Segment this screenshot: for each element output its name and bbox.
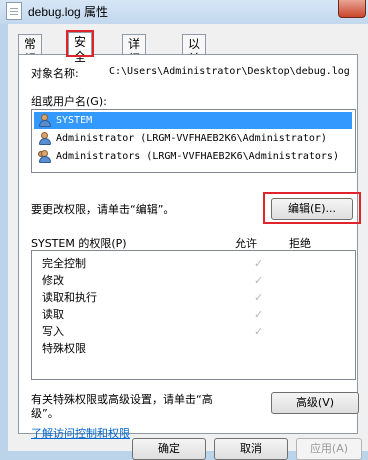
cancel-button[interactable]: 取消 [214, 438, 288, 460]
title-bar: debug.log 属性 [0, 0, 368, 24]
user-icon [38, 132, 52, 145]
apply-button[interactable]: 应用(A) [296, 438, 362, 460]
permission-name: 写入 [42, 325, 64, 338]
list-item[interactable]: Administrator (LRGM-VVFHAEB2K6\Administr… [34, 130, 352, 147]
properties-dialog: 常规 安全 详细信息 以前的版本 对象名称: C:\Users\Administ… [8, 24, 368, 460]
list-item[interactable]: Administrators (LRGM-VVFHAEB2K6\Administ… [34, 148, 352, 165]
tab-details[interactable]: 详细信息 [122, 34, 147, 96]
file-icon [6, 2, 22, 20]
tab-previous-versions[interactable]: 以前的版本 [182, 34, 207, 111]
edit-button[interactable]: 编辑(E)... [271, 198, 353, 220]
access-control-help-link[interactable]: 了解访问控制和权限 [31, 425, 130, 441]
advanced-button[interactable]: 高级(V) [271, 392, 359, 414]
object-name-label: 对象名称: [31, 67, 79, 80]
allow-header: 允许 [235, 237, 257, 250]
permission-name: 修改 [42, 274, 64, 287]
group-user-label: 组或用户名(G): [31, 95, 107, 108]
tab-security[interactable]: 安全 [65, 30, 95, 64]
advanced-hint-line2: 级”。 [31, 407, 59, 420]
user-list[interactable]: SYSTEM Administrator (LRGM-VVFHAEB2K6\Ad… [31, 109, 356, 173]
object-path: C:\Users\Administrator\Desktop\debug.log [109, 66, 350, 77]
user-name: Administrators (LRGM-VVFHAEB2K6\Administ… [56, 151, 339, 162]
user-name: SYSTEM [56, 115, 93, 126]
allow-check-icon: ✓ [254, 274, 264, 287]
permissions-list: 完全控制 ✓ 修改 ✓ 读取和执行 ✓ 读取 ✓ 写入 ✓ 特殊权限 [31, 250, 356, 380]
allow-check-icon: ✓ [254, 325, 264, 338]
edit-hint: 要更改权限，请单击“编辑”。 [31, 203, 175, 216]
permission-name: 特殊权限 [42, 342, 86, 355]
window-title: debug.log 属性 [28, 5, 109, 19]
permission-name: 读取和执行 [42, 291, 97, 304]
allow-check-icon: ✓ [254, 291, 264, 304]
permission-name: 读取 [42, 308, 64, 321]
group-icon [38, 150, 52, 163]
permission-name: 完全控制 [42, 257, 86, 270]
close-button[interactable] [338, 0, 366, 18]
user-icon [38, 114, 52, 127]
permissions-header: SYSTEM 的权限(P) [31, 237, 127, 250]
allow-check-icon: ✓ [254, 308, 264, 321]
user-name: Administrator (LRGM-VVFHAEB2K6\Administr… [56, 133, 327, 144]
list-item[interactable]: SYSTEM [34, 112, 352, 129]
deny-header: 拒绝 [289, 237, 311, 250]
ok-button[interactable]: 确定 [132, 438, 206, 460]
allow-check-icon: ✓ [254, 257, 264, 270]
tab-general[interactable]: 常规 [18, 34, 43, 66]
security-panel: 对象名称: C:\Users\Administrator\Desktop\deb… [18, 54, 361, 440]
